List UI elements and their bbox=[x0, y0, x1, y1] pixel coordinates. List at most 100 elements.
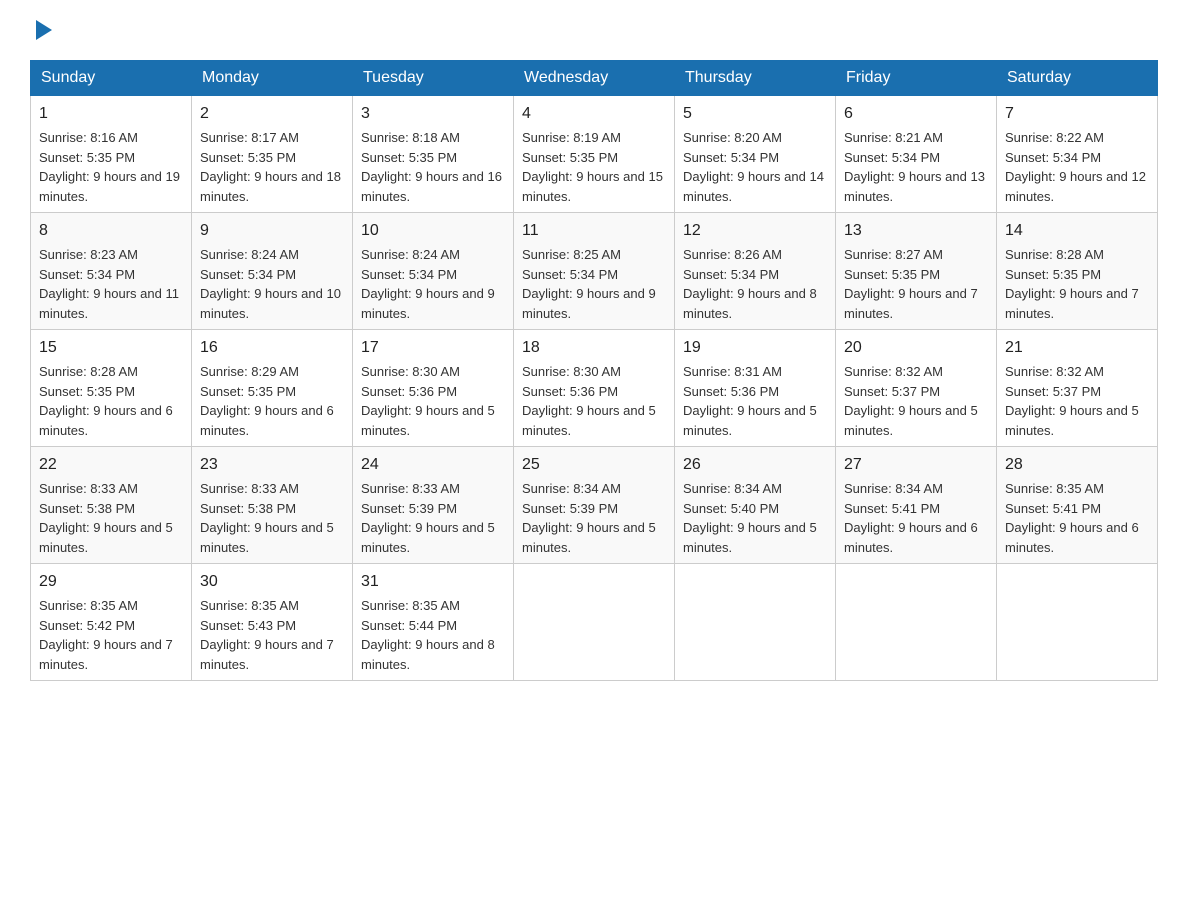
column-header-saturday: Saturday bbox=[997, 61, 1158, 96]
sunrise-text: Sunrise: 8:20 AM bbox=[683, 130, 782, 145]
daylight-text: Daylight: 9 hours and 7 minutes. bbox=[844, 286, 978, 321]
day-number: 10 bbox=[361, 219, 505, 243]
daylight-text: Daylight: 9 hours and 5 minutes. bbox=[522, 520, 656, 555]
calendar-cell: 31 Sunrise: 8:35 AM Sunset: 5:44 PM Dayl… bbox=[353, 564, 514, 681]
sunrise-text: Sunrise: 8:24 AM bbox=[361, 247, 460, 262]
day-number: 24 bbox=[361, 453, 505, 477]
sunrise-text: Sunrise: 8:18 AM bbox=[361, 130, 460, 145]
sunset-text: Sunset: 5:37 PM bbox=[844, 384, 940, 399]
daylight-text: Daylight: 9 hours and 5 minutes. bbox=[39, 520, 173, 555]
day-number: 3 bbox=[361, 102, 505, 126]
day-number: 14 bbox=[1005, 219, 1149, 243]
daylight-text: Daylight: 9 hours and 12 minutes. bbox=[1005, 169, 1146, 204]
daylight-text: Daylight: 9 hours and 10 minutes. bbox=[200, 286, 341, 321]
sunrise-text: Sunrise: 8:35 AM bbox=[1005, 481, 1104, 496]
sunset-text: Sunset: 5:35 PM bbox=[361, 150, 457, 165]
calendar-cell: 14 Sunrise: 8:28 AM Sunset: 5:35 PM Dayl… bbox=[997, 213, 1158, 330]
daylight-text: Daylight: 9 hours and 5 minutes. bbox=[361, 403, 495, 438]
calendar-cell bbox=[997, 564, 1158, 681]
calendar-cell: 19 Sunrise: 8:31 AM Sunset: 5:36 PM Dayl… bbox=[675, 330, 836, 447]
sunset-text: Sunset: 5:40 PM bbox=[683, 501, 779, 516]
sunset-text: Sunset: 5:36 PM bbox=[361, 384, 457, 399]
sunset-text: Sunset: 5:36 PM bbox=[683, 384, 779, 399]
page-header bbox=[30, 20, 1158, 40]
sunset-text: Sunset: 5:35 PM bbox=[200, 150, 296, 165]
sunset-text: Sunset: 5:34 PM bbox=[361, 267, 457, 282]
calendar-cell: 7 Sunrise: 8:22 AM Sunset: 5:34 PM Dayli… bbox=[997, 96, 1158, 213]
sunrise-text: Sunrise: 8:28 AM bbox=[1005, 247, 1104, 262]
sunset-text: Sunset: 5:36 PM bbox=[522, 384, 618, 399]
sunrise-text: Sunrise: 8:34 AM bbox=[844, 481, 943, 496]
sunrise-text: Sunrise: 8:21 AM bbox=[844, 130, 943, 145]
day-number: 15 bbox=[39, 336, 183, 360]
daylight-text: Daylight: 9 hours and 6 minutes. bbox=[1005, 520, 1139, 555]
daylight-text: Daylight: 9 hours and 5 minutes. bbox=[361, 520, 495, 555]
sunset-text: Sunset: 5:35 PM bbox=[200, 384, 296, 399]
day-number: 17 bbox=[361, 336, 505, 360]
day-number: 7 bbox=[1005, 102, 1149, 126]
sunrise-text: Sunrise: 8:35 AM bbox=[39, 598, 138, 613]
calendar-cell: 17 Sunrise: 8:30 AM Sunset: 5:36 PM Dayl… bbox=[353, 330, 514, 447]
day-number: 20 bbox=[844, 336, 988, 360]
sunset-text: Sunset: 5:34 PM bbox=[522, 267, 618, 282]
calendar-cell: 11 Sunrise: 8:25 AM Sunset: 5:34 PM Dayl… bbox=[514, 213, 675, 330]
day-number: 21 bbox=[1005, 336, 1149, 360]
column-header-wednesday: Wednesday bbox=[514, 61, 675, 96]
logo-blue-row bbox=[30, 20, 52, 40]
sunrise-text: Sunrise: 8:35 AM bbox=[361, 598, 460, 613]
daylight-text: Daylight: 9 hours and 19 minutes. bbox=[39, 169, 180, 204]
day-number: 18 bbox=[522, 336, 666, 360]
daylight-text: Daylight: 9 hours and 6 minutes. bbox=[39, 403, 173, 438]
day-number: 16 bbox=[200, 336, 344, 360]
sunset-text: Sunset: 5:39 PM bbox=[522, 501, 618, 516]
daylight-text: Daylight: 9 hours and 15 minutes. bbox=[522, 169, 663, 204]
day-number: 29 bbox=[39, 570, 183, 594]
day-number: 9 bbox=[200, 219, 344, 243]
sunset-text: Sunset: 5:34 PM bbox=[683, 150, 779, 165]
day-number: 27 bbox=[844, 453, 988, 477]
calendar-cell: 4 Sunrise: 8:19 AM Sunset: 5:35 PM Dayli… bbox=[514, 96, 675, 213]
logo-triangle-icon bbox=[36, 20, 52, 40]
sunrise-text: Sunrise: 8:23 AM bbox=[39, 247, 138, 262]
sunset-text: Sunset: 5:44 PM bbox=[361, 618, 457, 633]
sunset-text: Sunset: 5:42 PM bbox=[39, 618, 135, 633]
sunrise-text: Sunrise: 8:35 AM bbox=[200, 598, 299, 613]
daylight-text: Daylight: 9 hours and 5 minutes. bbox=[844, 403, 978, 438]
day-number: 31 bbox=[361, 570, 505, 594]
sunrise-text: Sunrise: 8:27 AM bbox=[844, 247, 943, 262]
sunrise-text: Sunrise: 8:24 AM bbox=[200, 247, 299, 262]
daylight-text: Daylight: 9 hours and 7 minutes. bbox=[39, 637, 173, 672]
calendar-cell: 3 Sunrise: 8:18 AM Sunset: 5:35 PM Dayli… bbox=[353, 96, 514, 213]
calendar-cell: 13 Sunrise: 8:27 AM Sunset: 5:35 PM Dayl… bbox=[836, 213, 997, 330]
day-number: 5 bbox=[683, 102, 827, 126]
calendar-week-row: 15 Sunrise: 8:28 AM Sunset: 5:35 PM Dayl… bbox=[31, 330, 1158, 447]
sunset-text: Sunset: 5:34 PM bbox=[844, 150, 940, 165]
calendar-week-row: 29 Sunrise: 8:35 AM Sunset: 5:42 PM Dayl… bbox=[31, 564, 1158, 681]
daylight-text: Daylight: 9 hours and 6 minutes. bbox=[200, 403, 334, 438]
sunset-text: Sunset: 5:34 PM bbox=[1005, 150, 1101, 165]
sunrise-text: Sunrise: 8:25 AM bbox=[522, 247, 621, 262]
sunset-text: Sunset: 5:35 PM bbox=[844, 267, 940, 282]
day-number: 30 bbox=[200, 570, 344, 594]
day-number: 4 bbox=[522, 102, 666, 126]
day-number: 8 bbox=[39, 219, 183, 243]
day-number: 2 bbox=[200, 102, 344, 126]
sunrise-text: Sunrise: 8:34 AM bbox=[522, 481, 621, 496]
calendar-cell: 30 Sunrise: 8:35 AM Sunset: 5:43 PM Dayl… bbox=[192, 564, 353, 681]
day-number: 1 bbox=[39, 102, 183, 126]
calendar-cell: 16 Sunrise: 8:29 AM Sunset: 5:35 PM Dayl… bbox=[192, 330, 353, 447]
day-number: 23 bbox=[200, 453, 344, 477]
sunrise-text: Sunrise: 8:28 AM bbox=[39, 364, 138, 379]
sunrise-text: Sunrise: 8:32 AM bbox=[844, 364, 943, 379]
column-header-friday: Friday bbox=[836, 61, 997, 96]
daylight-text: Daylight: 9 hours and 16 minutes. bbox=[361, 169, 502, 204]
day-number: 11 bbox=[522, 219, 666, 243]
daylight-text: Daylight: 9 hours and 14 minutes. bbox=[683, 169, 824, 204]
sunrise-text: Sunrise: 8:29 AM bbox=[200, 364, 299, 379]
sunrise-text: Sunrise: 8:33 AM bbox=[361, 481, 460, 496]
calendar-header-row: SundayMondayTuesdayWednesdayThursdayFrid… bbox=[31, 61, 1158, 96]
day-number: 22 bbox=[39, 453, 183, 477]
daylight-text: Daylight: 9 hours and 11 minutes. bbox=[39, 286, 179, 321]
calendar-cell bbox=[675, 564, 836, 681]
day-number: 12 bbox=[683, 219, 827, 243]
